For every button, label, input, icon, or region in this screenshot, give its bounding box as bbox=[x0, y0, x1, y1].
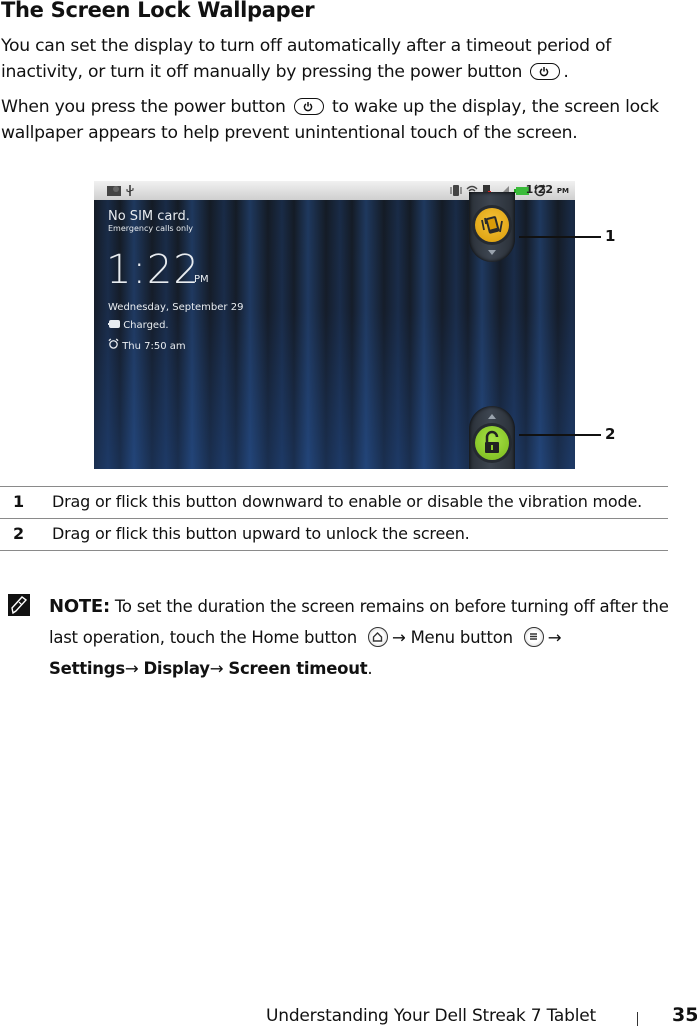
home-button-icon bbox=[367, 627, 388, 647]
carrier-text: No SIM card. bbox=[108, 209, 190, 224]
note-text: Menu button bbox=[410, 628, 513, 647]
arrow-separator: → bbox=[391, 628, 406, 647]
legend-number: 1 bbox=[13, 492, 24, 511]
paragraph-text: When you press the power button bbox=[1, 97, 286, 117]
vibrate-toggle-button[interactable] bbox=[475, 208, 509, 242]
arrow-separator: → bbox=[209, 659, 224, 678]
menu-path-display: Display bbox=[143, 659, 210, 678]
section-heading: The Screen Lock Wallpaper bbox=[1, 0, 315, 22]
callout-legend-table: 1 Drag or flick this button downward to … bbox=[0, 486, 668, 551]
lock-clock-ampm: PM bbox=[194, 274, 209, 285]
menu-button-icon bbox=[523, 627, 544, 647]
callout-line-2 bbox=[519, 434, 601, 436]
vibrate-icon bbox=[450, 185, 462, 196]
next-alarm: Thu 7:50 am bbox=[108, 338, 186, 352]
unlock-icon bbox=[485, 430, 499, 453]
paragraph-wake: When you press the power button to wake … bbox=[1, 94, 681, 146]
carrier-subtext: Emergency calls only bbox=[108, 224, 194, 233]
up-arrow-icon bbox=[488, 414, 496, 419]
battery-status: Charged. bbox=[108, 320, 169, 331]
pencil-note-icon bbox=[8, 594, 30, 616]
callout-line-1 bbox=[519, 236, 601, 238]
legend-text: Drag or flick this button downward to en… bbox=[52, 492, 643, 511]
note-label: NOTE: bbox=[49, 596, 110, 617]
legend-number: 2 bbox=[13, 524, 24, 543]
callout-number-1: 1 bbox=[605, 227, 616, 245]
power-button-icon bbox=[530, 63, 561, 80]
page-number: 35 bbox=[672, 1004, 697, 1026]
status-time: 1:22 PM bbox=[525, 183, 569, 196]
callout-number-2: 2 bbox=[605, 425, 616, 443]
legend-row: 2 Drag or flick this button upward to un… bbox=[0, 518, 668, 551]
charging-icon bbox=[108, 320, 120, 328]
lock-date: Wednesday, September 29 bbox=[108, 302, 244, 313]
legend-row: 1 Drag or flick this button downward to … bbox=[0, 486, 668, 518]
arrow-separator: → bbox=[124, 659, 139, 678]
power-button-icon bbox=[293, 98, 324, 115]
paragraph-text: You can set the display to turn off auto… bbox=[1, 36, 612, 82]
down-arrow-icon bbox=[488, 250, 496, 255]
arrow-separator: → bbox=[547, 628, 562, 647]
paragraph-text: . bbox=[563, 62, 569, 82]
menu-path-screen-timeout: Screen timeout bbox=[228, 659, 368, 678]
unlock-slider-track bbox=[469, 406, 515, 469]
unlock-button[interactable] bbox=[475, 426, 509, 460]
lock-clock: 1:22 bbox=[106, 247, 200, 293]
menu-path-settings: Settings bbox=[49, 659, 125, 678]
lock-screen-screenshot: 1:22 PM No SIM card. Emergency calls onl… bbox=[94, 181, 575, 469]
note-text: To set the duration the screen remains o… bbox=[49, 597, 669, 647]
legend-text: Drag or flick this button upward to unlo… bbox=[52, 524, 470, 543]
footer-chapter-title: Understanding Your Dell Streak 7 Tablet bbox=[266, 1006, 596, 1026]
vibrate-slider-track bbox=[469, 192, 515, 262]
note-block: NOTE: To set the duration the screen rem… bbox=[49, 596, 669, 678]
notification-icon bbox=[107, 186, 121, 196]
vibrate-icon bbox=[481, 216, 503, 234]
footer-divider bbox=[637, 1012, 638, 1026]
usb-icon bbox=[126, 185, 134, 196]
alarm-clock-icon bbox=[108, 338, 119, 349]
paragraph-timeout: You can set the display to turn off auto… bbox=[1, 33, 681, 85]
